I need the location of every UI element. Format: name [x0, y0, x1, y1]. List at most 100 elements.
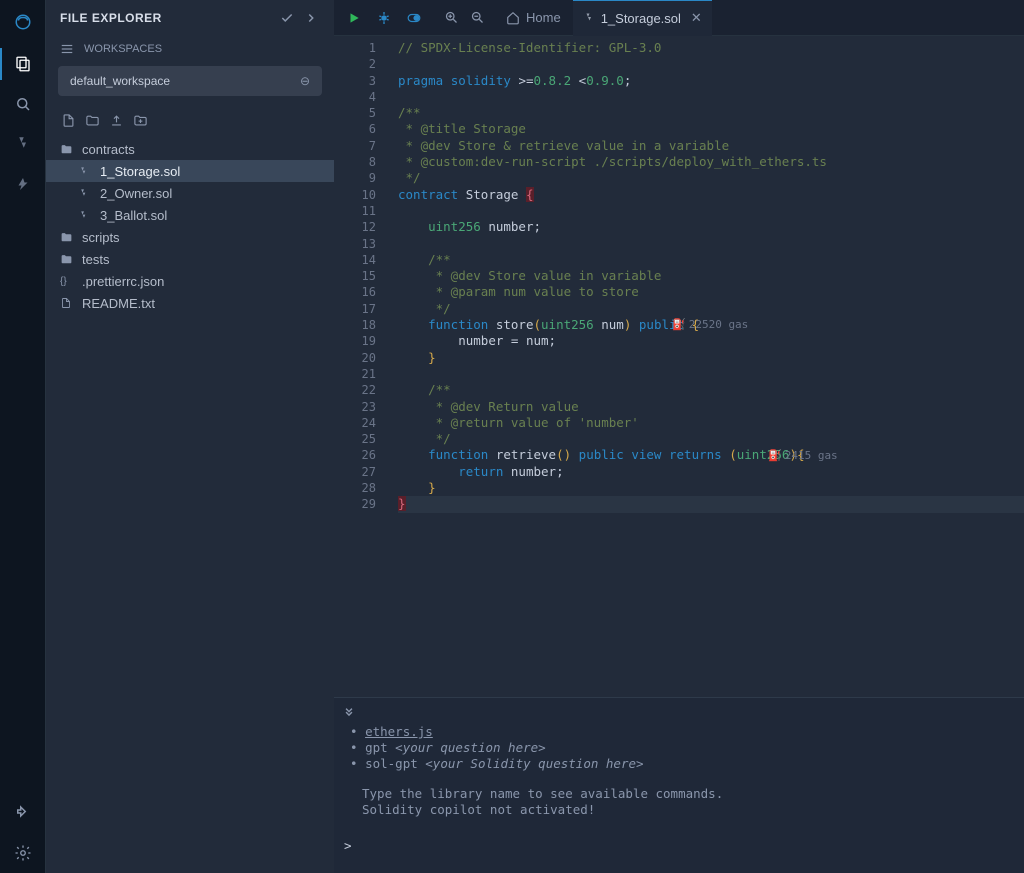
- code-line[interactable]: /**: [398, 252, 1024, 268]
- home-tab[interactable]: Home: [494, 0, 573, 36]
- code-editor[interactable]: 1234567891011121314151617181920212223242…: [334, 36, 1024, 697]
- file-explorer-icon[interactable]: [0, 44, 46, 84]
- code-line[interactable]: // SPDX-License-Identifier: GPL-3.0: [398, 40, 1024, 56]
- terminal-prompt[interactable]: >: [344, 838, 1016, 854]
- tree-file[interactable]: README.txt: [46, 292, 334, 314]
- editor-topbar: Home 1_Storage.sol ✕: [334, 0, 1024, 36]
- zoom-out-icon[interactable]: [466, 7, 488, 29]
- folder-icon: [60, 231, 76, 244]
- code-line[interactable]: * @return value of 'number': [398, 415, 1024, 431]
- line-gutter: 1234567891011121314151617181920212223242…: [334, 36, 390, 697]
- sol-icon: [78, 188, 94, 199]
- code-line[interactable]: uint256 number;: [398, 219, 1024, 235]
- toggle-icon[interactable]: [402, 6, 426, 30]
- tree-file[interactable]: 3_Ballot.sol: [46, 204, 334, 226]
- code-line[interactable]: */: [398, 301, 1024, 317]
- code-line[interactable]: return number;: [398, 464, 1024, 480]
- line-number: 1: [334, 40, 390, 56]
- terminal-line: Solidity copilot not activated!: [362, 802, 1016, 818]
- code-line[interactable]: function retrieve() public view returns …: [398, 447, 1024, 463]
- workspace-select[interactable]: default_workspace ⊖: [58, 66, 322, 96]
- home-tab-label: Home: [526, 10, 561, 25]
- tree-file[interactable]: 2_Owner.sol: [46, 182, 334, 204]
- code-line[interactable]: /**: [398, 105, 1024, 121]
- upload-icon[interactable]: [106, 110, 126, 130]
- terminal-line: gpt <your question here>: [362, 740, 1016, 756]
- code-area[interactable]: // SPDX-License-Identifier: GPL-3.0 pragm…: [390, 36, 1024, 697]
- workspaces-row: WORKSPACES: [46, 36, 334, 66]
- new-file-icon[interactable]: [58, 110, 78, 130]
- code-line[interactable]: /**: [398, 382, 1024, 398]
- terminal-line: Type the library name to see available c…: [362, 786, 1016, 802]
- terminal-body[interactable]: ethers.js gpt <your question here> sol-g…: [334, 698, 1024, 862]
- code-line[interactable]: * @param num value to store: [398, 284, 1024, 300]
- tree-folder[interactable]: contracts: [46, 138, 334, 160]
- sol-icon: [78, 166, 94, 177]
- zoom-controls: [434, 7, 494, 29]
- line-number: 8: [334, 154, 390, 170]
- terminal-line: ethers.js: [362, 724, 1016, 740]
- tree-label: 2_Owner.sol: [100, 186, 172, 201]
- code-line[interactable]: * @dev Store & retrieve value in a varia…: [398, 138, 1024, 154]
- code-line[interactable]: [398, 366, 1024, 382]
- line-number: 19: [334, 333, 390, 349]
- file-actions: [46, 106, 334, 138]
- file-tab-label: 1_Storage.sol: [601, 11, 681, 26]
- line-number: 17: [334, 301, 390, 317]
- code-line[interactable]: [398, 236, 1024, 252]
- debug-icon[interactable]: [372, 6, 396, 30]
- zoom-in-icon[interactable]: [440, 7, 462, 29]
- file-explorer-panel: FILE EXPLORER WORKSPACES default_workspa…: [46, 0, 334, 873]
- gas-annotation: ⛽22520 gas: [672, 317, 748, 333]
- code-line[interactable]: pragma solidity >=0.8.2 <0.9.0;: [398, 73, 1024, 89]
- run-icon[interactable]: [342, 6, 366, 30]
- line-number: 29: [334, 496, 390, 512]
- line-number: 13: [334, 236, 390, 252]
- check-icon[interactable]: [278, 9, 296, 27]
- new-folder-icon[interactable]: [82, 110, 102, 130]
- code-line[interactable]: */: [398, 431, 1024, 447]
- upload-folder-icon[interactable]: [130, 110, 150, 130]
- tree-file[interactable]: 1_Storage.sol: [46, 160, 334, 182]
- chevron-right-icon[interactable]: [302, 9, 320, 27]
- search-icon[interactable]: [0, 84, 46, 124]
- code-line[interactable]: }: [398, 350, 1024, 366]
- tree-folder[interactable]: tests: [46, 248, 334, 270]
- code-line[interactable]: * @dev Return value: [398, 399, 1024, 415]
- code-line[interactable]: */: [398, 170, 1024, 186]
- code-line[interactable]: [398, 56, 1024, 72]
- run-controls: [334, 6, 434, 30]
- line-number: 9: [334, 170, 390, 186]
- code-line[interactable]: number = num;: [398, 333, 1024, 349]
- workspaces-label: WORKSPACES: [84, 43, 162, 55]
- folder-icon: [60, 253, 76, 266]
- code-line[interactable]: * @title Storage: [398, 121, 1024, 137]
- deploy-icon[interactable]: [0, 164, 46, 204]
- file-tab[interactable]: 1_Storage.sol ✕: [573, 0, 712, 36]
- workspace-name: default_workspace: [70, 74, 170, 88]
- code-line[interactable]: [398, 89, 1024, 105]
- tree-label: contracts: [82, 142, 135, 157]
- terminal-collapse-icon[interactable]: [342, 704, 356, 721]
- hamburger-icon[interactable]: [60, 42, 74, 56]
- code-line[interactable]: * @dev Store value in variable: [398, 268, 1024, 284]
- code-line[interactable]: * @custom:dev-run-script ./scripts/deplo…: [398, 154, 1024, 170]
- tab-close-icon[interactable]: ✕: [691, 10, 702, 26]
- solidity-compiler-icon[interactable]: [0, 124, 46, 164]
- line-number: 4: [334, 89, 390, 105]
- workspace-menu-icon[interactable]: ⊖: [300, 74, 310, 88]
- code-line[interactable]: contract Storage {: [398, 187, 1024, 203]
- line-number: 27: [334, 464, 390, 480]
- tree-label: 1_Storage.sol: [100, 164, 180, 179]
- code-line[interactable]: [398, 203, 1024, 219]
- tree-label: 3_Ballot.sol: [100, 208, 167, 223]
- code-line[interactable]: }: [398, 496, 1024, 512]
- plugins-icon[interactable]: [0, 793, 46, 833]
- code-line[interactable]: }: [398, 480, 1024, 496]
- tree-file[interactable]: {}.prettierrc.json: [46, 270, 334, 292]
- line-number: 25: [334, 431, 390, 447]
- tree-label: .prettierrc.json: [82, 274, 164, 289]
- line-number: 20: [334, 350, 390, 366]
- settings-icon[interactable]: [0, 833, 46, 873]
- tree-folder[interactable]: scripts: [46, 226, 334, 248]
